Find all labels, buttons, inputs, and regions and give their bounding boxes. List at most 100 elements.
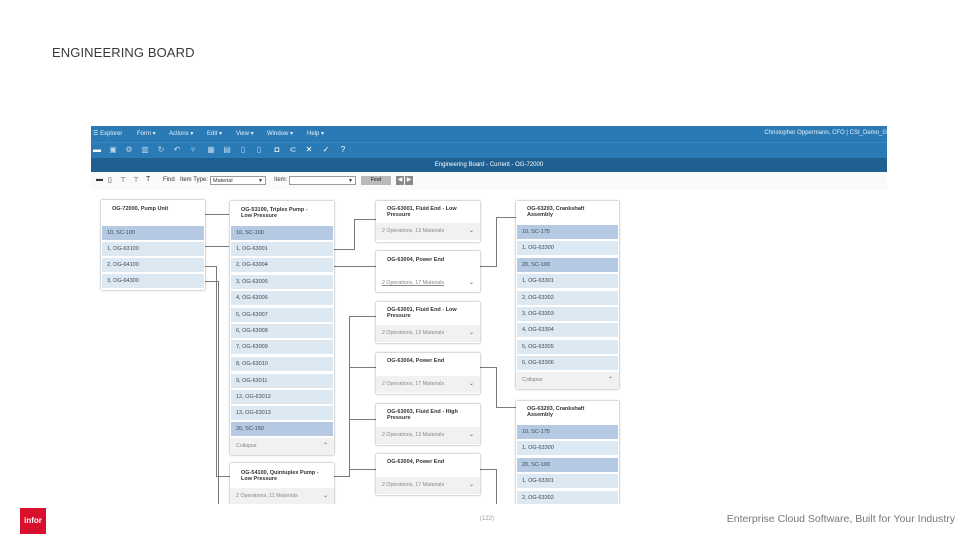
item-type-select[interactable]: Material ▼ [210,176,266,185]
bom-card-triplex-pump[interactable]: OG-53100, Triplex Pump - Low Pressure 10… [230,201,334,455]
expand-button[interactable]: 2 Operations, 11 Materials ⌄ [230,488,334,504]
refresh-icon[interactable]: ↻ [157,146,165,154]
help-icon[interactable]: ? [339,146,347,154]
list-item[interactable]: 4, OG-63304 [517,323,618,338]
list-item[interactable]: 2, OG-64100 [102,258,204,273]
help-menu[interactable]: Help ▾ [307,130,324,137]
text-icon[interactable]: T [146,176,150,183]
list-item[interactable]: 4, OG-63006 [231,291,333,306]
list-item[interactable]: 2, OG-63004 [231,258,333,273]
undo-icon[interactable]: ↶ [173,146,181,154]
tools-icon[interactable]: ✕ [305,146,313,154]
list-item[interactable]: 8, OG-63010 [231,357,333,372]
infor-logo: infor [20,508,46,534]
list-item[interactable]: 13, OG-63013 [231,406,333,421]
edit-menu[interactable]: Edit ▾ [207,130,222,137]
delete-icon[interactable]: ▥ [141,146,149,154]
user-info[interactable]: Christopher Oppermann, CFO | CSI_Demo_G [764,130,887,136]
expand-button[interactable]: 2 Operations, 13 Materials ⌄ [376,325,480,342]
save-icon[interactable]: ▣ [109,146,117,154]
card-title: Pressure [387,212,411,218]
collapse-button[interactable]: Collapse ⌃ [516,372,619,389]
window-menu[interactable]: Window ▾ [267,130,293,137]
explorer-menu[interactable]: ☰ Explorer [93,130,122,137]
list-item[interactable]: 20, SC-100 [517,258,618,273]
list-item[interactable]: 3, OG-64300 [102,274,204,289]
list-item[interactable]: 3, OG-63005 [231,275,333,290]
card-title: Low Pressure [241,476,278,482]
table-icon[interactable]: ▤ [223,146,231,154]
card-title: Pressure [387,313,411,319]
find-button[interactable]: Find [361,176,391,185]
list-item[interactable]: 1, OG-63300 [517,441,618,456]
filter-icon[interactable]: ▿ [189,146,197,154]
menu-bar: ☰ Explorer Form ▾ Actions ▾ Edit ▾ View … [91,126,887,142]
expand-button[interactable]: 2 Operations, 17 Materials ⌄ [376,376,480,393]
bom-card-crankshaft-assembly[interactable]: OG-63203, Crankshaft Assembly 10, SC-175… [516,201,619,389]
list-item[interactable]: 7, OG-63009 [231,340,333,355]
list-item[interactable]: 3, OG-63303 [517,307,618,322]
list-item[interactable]: 5, OG-63007 [231,308,333,323]
list-item[interactable]: 2, OG-63302 [517,491,618,504]
expand-button[interactable]: 2 Operations, 17 Materials ⌄ [376,275,480,292]
list-item[interactable]: 1, OG-63301 [517,274,618,289]
expand-button[interactable]: 2 Operations, 17 Materials ⌄ [376,477,480,494]
list-item[interactable]: 10, SC-175 [517,425,618,440]
item-input[interactable]: ▼ [289,176,356,185]
chevron-down-icon: ⌄ [468,330,474,336]
next-icon[interactable]: ▶ [405,176,413,185]
expand-button[interactable]: 2 Operations, 13 Materials ⌄ [376,427,480,444]
folder-open-icon[interactable]: ▬ [96,176,103,183]
check-icon[interactable]: ✓ [322,146,330,154]
settings-icon[interactable]: ⚙ [125,146,133,154]
expand-button[interactable]: 2 Operations, 13 Materials ⌄ [376,223,480,240]
document-icon[interactable]: ▯ [239,146,247,154]
bom-card-power-end[interactable]: OG-63004, Power End 2 Operations, 17 Mat… [376,251,480,292]
list-item[interactable]: 5, OG-63305 [517,340,618,355]
bom-card-power-end[interactable]: OG-63004, Power End 2 Operations, 17 Mat… [376,454,480,495]
list-item[interactable]: 1, OG-63300 [517,241,618,256]
page-number: (122) [480,516,495,522]
tree-collapse-icon[interactable]: ⊤ [133,176,139,184]
list-item[interactable]: 20, SC-100 [517,458,618,473]
form-menu[interactable]: Form ▾ [137,130,156,137]
bom-card-fluid-end-high[interactable]: OG-63003, Fluid End - High Pressure 2 Op… [376,404,480,445]
list-item[interactable]: 2, OG-63302 [517,291,618,306]
chevron-down-icon: ▼ [258,178,263,184]
folder-icon[interactable]: ▬ [93,146,101,154]
bom-card-pump-unit[interactable]: OG-72000, Pump Unit 10, SC-100 1, OG-631… [101,200,205,290]
chevron-up-icon: ⌃ [322,443,328,449]
new-icon[interactable]: ▯ [108,176,112,184]
link-icon[interactable]: ⊂ [289,146,297,154]
list-item[interactable]: 1, OG-63100 [102,242,204,257]
chevron-down-icon: ⌄ [468,228,474,234]
list-item[interactable]: 10, SC-100 [102,226,204,241]
list-item[interactable]: 10, SC-175 [517,225,618,240]
list-item[interactable]: 1, OG-63301 [517,474,618,489]
list-item[interactable]: 1, OG-63001 [231,242,333,257]
card-title: OG-72000, Pump Unit [112,206,169,212]
bom-card-power-end[interactable]: OG-63004, Power End 2 Operations, 17 Mat… [376,353,480,394]
card-title: Assembly [527,212,553,218]
new-document-icon[interactable]: ◘ [273,146,281,154]
list-item[interactable]: 9, OG-63011 [231,374,333,389]
view-menu[interactable]: View ▾ [236,130,254,137]
chevron-down-icon: ⌄ [468,432,474,438]
list-item[interactable]: 6, OG-63306 [517,356,618,371]
actions-menu[interactable]: Actions ▾ [169,130,193,137]
tree-expand-icon[interactable]: ⊤ [120,176,126,184]
list-item[interactable]: 10, SC-100 [231,226,333,241]
bom-card-fluid-end[interactable]: OG-63001, Fluid End - Low Pressure 2 Ope… [376,302,480,343]
list-item[interactable]: 6, OG-63008 [231,324,333,339]
bom-card-crankshaft-assembly[interactable]: OG-63203, Crankshaft Assembly 10, SC-175… [516,401,619,504]
bom-card-quintuplex-pump[interactable]: OG-54100, Quintuplex Pump - Low Pressure… [230,463,334,504]
card-title: OG-63004, Power End [387,459,445,465]
list-item[interactable]: 20, SC-150 [231,422,333,437]
grid-icon[interactable]: ▦ [207,146,215,154]
previous-icon[interactable]: ◀ [396,176,404,185]
bom-card-fluid-end[interactable]: OG-63001, Fluid End - Low Pressure 2 Ope… [376,201,480,242]
collapse-button[interactable]: Collapse ⌃ [230,438,334,455]
slide-title: ENGINEERING BOARD [52,45,195,60]
copy-icon[interactable]: ▯ [255,146,263,154]
list-item[interactable]: 12, OG-63012 [231,390,333,405]
